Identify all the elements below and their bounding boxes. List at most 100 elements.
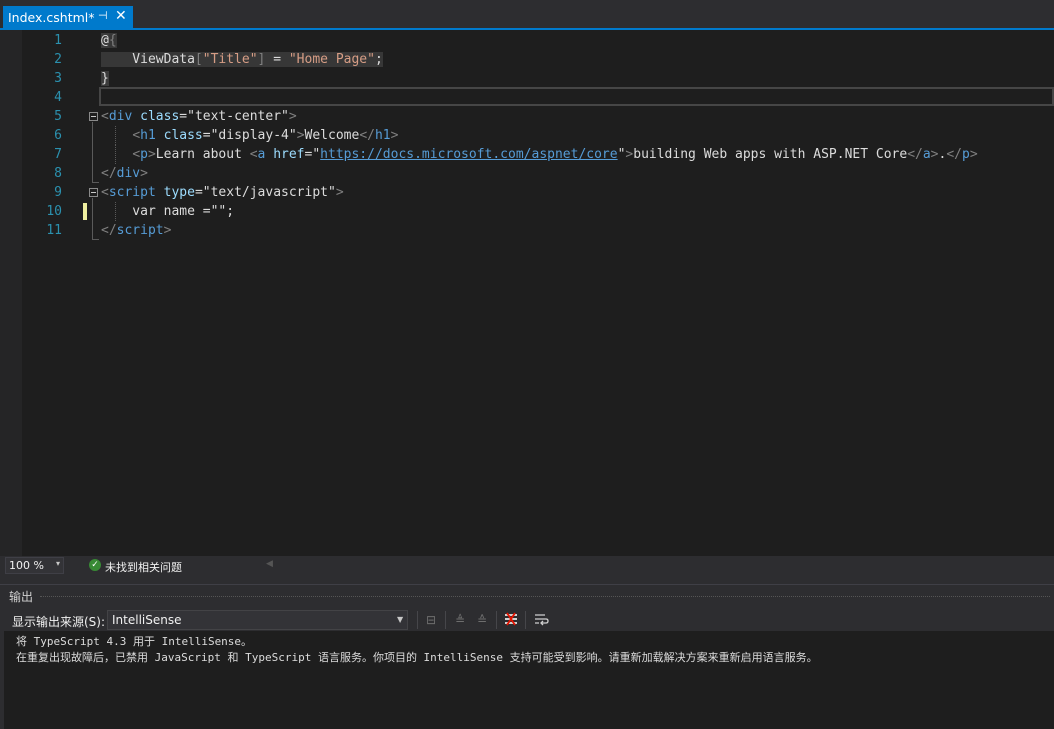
code-token: class (163, 128, 203, 143)
toolbar-separator (445, 611, 446, 629)
code-token: </ (101, 223, 117, 238)
indent-guide (115, 126, 116, 145)
code-token: > (335, 185, 344, 200)
outline-guide (92, 198, 93, 240)
line-number: 2 (54, 52, 62, 67)
code-token: > (140, 166, 148, 181)
line-number: 8 (54, 166, 62, 181)
indent-guide (115, 202, 116, 221)
clear-all-icon[interactable] (503, 612, 519, 628)
chevron-down-icon: ▼ (397, 615, 404, 624)
output-text-area[interactable]: 将 TypeScript 4.3 用于 IntelliSense。 在重复出现故… (4, 631, 1054, 729)
toolbar-separator (496, 611, 497, 629)
line-number: 4 (54, 90, 62, 105)
code-token: Learn about (155, 147, 250, 162)
toolbar-separator (417, 611, 418, 629)
output-line: 将 TypeScript 4.3 用于 IntelliSense。 (16, 635, 253, 648)
code-token: = (265, 52, 289, 67)
line-number: 10 (46, 204, 62, 219)
pin-icon[interactable]: ⊣ (98, 9, 108, 22)
code-line[interactable]: 6 <h1 class="display-4">Welcome</h1> (0, 126, 1054, 145)
code-line[interactable]: 11 </script> (0, 221, 1054, 240)
code-token: > (147, 147, 156, 162)
code-token: @ (101, 33, 109, 48)
next-message-icon[interactable]: ≙ (474, 612, 490, 628)
find-message-icon[interactable]: ⊟ (423, 612, 439, 628)
code-token: </ (907, 147, 923, 162)
code-token: "Title" (202, 52, 258, 67)
code-token: } (101, 71, 109, 86)
collapse-icon[interactable] (89, 112, 98, 121)
output-panel-title: 输出 (9, 590, 34, 604)
output-panel: 输出 显示输出来源(S): IntelliSense ▼ ⊟ ≜ ≙ 将 Typ… (0, 584, 1054, 729)
code-token: =" (179, 109, 195, 124)
code-token: < (132, 128, 141, 143)
code-token: ; (374, 52, 383, 67)
indent-guide (115, 145, 116, 164)
code-token: < (249, 147, 258, 162)
code-text: <div class="text-center"> (101, 107, 297, 126)
code-token: h1 (140, 128, 156, 143)
chevron-down-icon: ▾ (56, 559, 61, 568)
code-token: div (116, 166, 141, 181)
code-token: class (140, 109, 180, 124)
code-token: > (390, 128, 399, 143)
code-line[interactable]: 3} (0, 69, 1054, 88)
code-line[interactable]: 1 @{ (0, 31, 1054, 50)
code-token: ="text/javascript" (194, 185, 336, 200)
code-token: p (140, 147, 148, 162)
code-token: </ (359, 128, 375, 143)
line-number: 5 (54, 109, 62, 124)
zoom-dropdown[interactable]: 100 % ▾ (5, 557, 64, 574)
code-line[interactable]: 4 (0, 88, 1054, 107)
code-token: type (163, 185, 195, 200)
tab-title: Index.cshtml* (8, 10, 95, 25)
scroll-left-icon[interactable]: ◀ (266, 559, 273, 569)
code-text: </script> (101, 221, 171, 240)
code-token: </ (946, 147, 962, 162)
code-text: @{ (101, 31, 117, 50)
code-token: building Web apps with ASP.NET Core (633, 147, 908, 162)
code-token: div (108, 109, 133, 124)
code-line[interactable]: 8 </div> (0, 164, 1054, 183)
code-token: < (101, 185, 109, 200)
word-wrap-icon[interactable] (533, 612, 549, 628)
code-line[interactable]: 7 <p>Learn about <a href="https://docs.m… (0, 145, 1054, 164)
code-text: </div> (101, 164, 148, 183)
title-divider (40, 596, 1050, 598)
code-line[interactable]: 2 ViewData["Title"] = "Home Page"; (0, 50, 1054, 69)
zoom-level: 100 % (9, 559, 44, 572)
code-token: ="display-4" (202, 128, 297, 143)
code-line[interactable]: 9 <script type="text/javascript"> (0, 183, 1054, 202)
outline-guide-end (92, 239, 99, 240)
code-token: </ (101, 166, 117, 181)
check-circle-icon[interactable]: ✓ (89, 559, 101, 571)
unsaved-change-marker (83, 203, 87, 220)
code-token: > (163, 223, 172, 238)
code-token: h1 (374, 128, 391, 143)
panel-splitter[interactable] (0, 576, 1054, 584)
line-number: 7 (54, 147, 62, 162)
output-source-value: IntelliSense (112, 613, 182, 627)
code-token: p (961, 147, 970, 162)
tab-index-cshtml[interactable]: Index.cshtml* ⊣ ✕ (3, 6, 133, 28)
code-token: script (108, 185, 156, 200)
code-token: https://docs.microsoft.com/aspnet/core (320, 147, 618, 162)
document-tab-strip: Index.cshtml* ⊣ ✕ (0, 0, 1054, 28)
close-icon[interactable]: ✕ (115, 8, 127, 24)
code-token: var name =""; (101, 204, 235, 219)
output-source-select[interactable]: IntelliSense ▼ (107, 610, 408, 630)
code-editor[interactable]: 1 @{2 ViewData["Title"] = "Home Page"; 3} 4… (0, 30, 1054, 556)
code-token: < (101, 109, 109, 124)
issues-status-text[interactable]: 未找到相关问题 (105, 559, 182, 575)
code-line[interactable]: 5 <div class="text-center"> (0, 107, 1054, 126)
line-number: 3 (54, 71, 62, 86)
code-token: "Home Page" (288, 52, 375, 67)
editor-status-bar: 100 % ▾ ✓ 未找到相关问题 ◀ (0, 556, 1054, 576)
prev-message-icon[interactable]: ≜ (452, 612, 468, 628)
output-source-label: 显示输出来源(S): (12, 615, 106, 629)
code-token: " (281, 109, 289, 124)
collapse-icon[interactable] (89, 188, 98, 197)
code-line[interactable]: 10 var name =""; (0, 202, 1054, 221)
